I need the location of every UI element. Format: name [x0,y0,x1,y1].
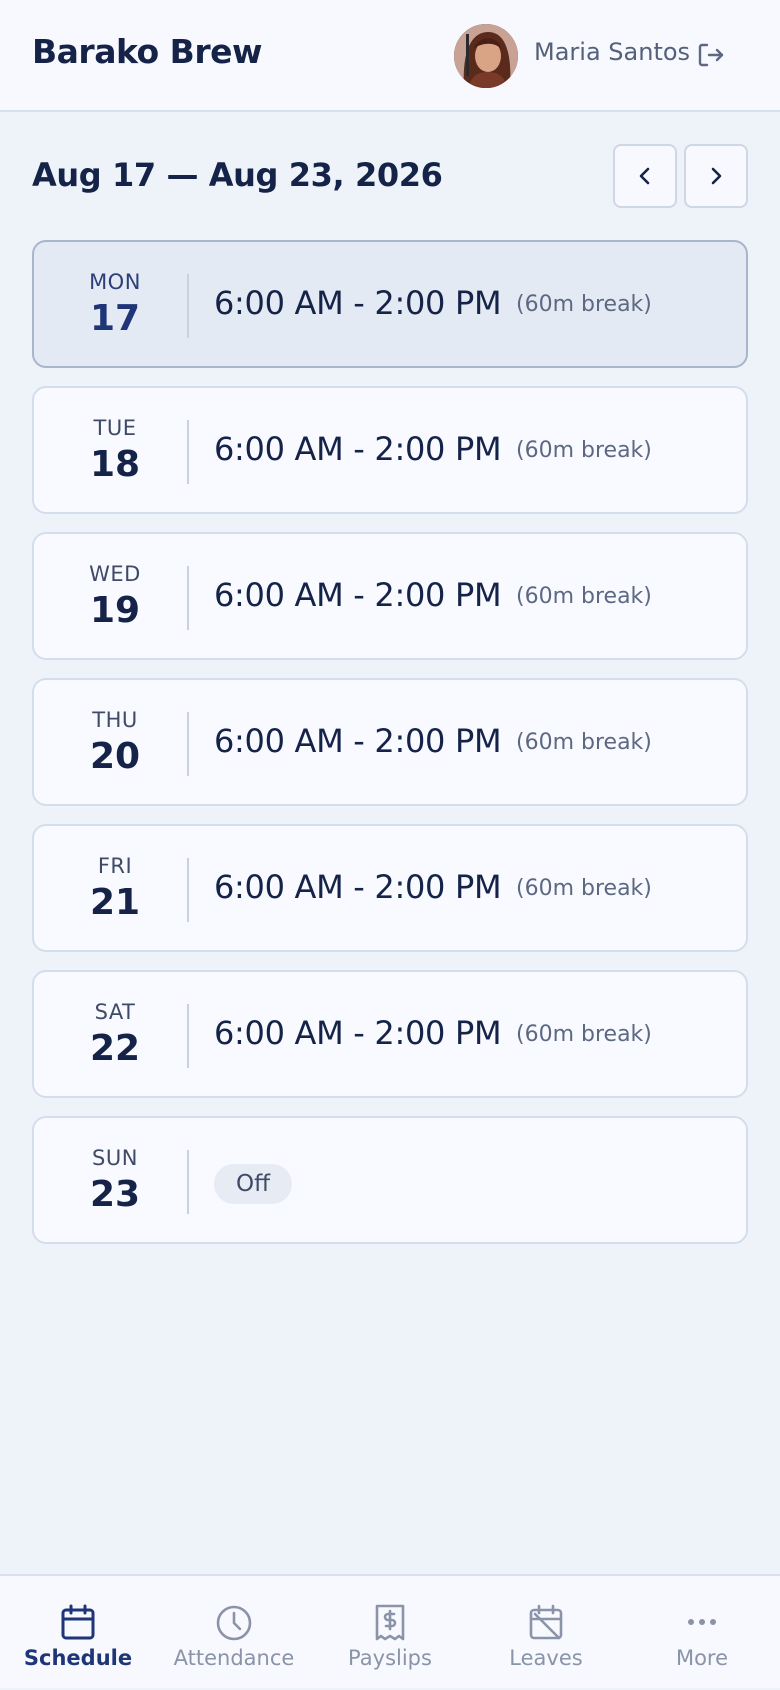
tab-label: Payslips [348,1646,432,1670]
receipt-icon [375,1604,405,1641]
day-of-week: TUE [93,416,137,440]
user-name: Maria Santos [534,38,691,66]
schedule-list: MON 17 6:00 AM - 2:00 PM (60m break) TUE… [32,240,748,1262]
more-dots-icon [688,1619,716,1625]
chevron-right-icon [711,167,722,185]
divider [187,712,189,776]
day-card-sun[interactable]: SUN 23 Off [32,1116,748,1244]
day-card-thu[interactable]: THU 20 6:00 AM - 2:00 PM (60m break) [32,678,748,806]
day-number: 17 [89,298,141,339]
day-number: 23 [89,1174,141,1215]
calendar-off-icon [529,1604,563,1640]
day-card-sat[interactable]: SAT 22 6:00 AM - 2:00 PM (60m break) [32,970,748,1098]
day-number: 19 [89,590,141,631]
shift-break: (60m break) [516,292,652,317]
day-number: 20 [89,736,141,777]
divider [187,566,189,630]
day-of-week: WED [89,562,141,586]
day-number: 18 [89,444,141,485]
clock-icon [216,1605,252,1641]
tab-label: Attendance [173,1646,295,1670]
shift-break: (60m break) [516,876,652,901]
divider [187,1004,189,1068]
chevron-left-icon [639,167,650,185]
day-card-tue[interactable]: TUE 18 6:00 AM - 2:00 PM (60m break) [32,386,748,514]
day-card-wed[interactable]: WED 19 6:00 AM - 2:00 PM (60m break) [32,532,748,660]
divider [187,1150,189,1214]
shift-break: (60m break) [516,1022,652,1047]
shift-time: 6:00 AM - 2:00 PM [214,1014,502,1052]
shift-break: (60m break) [516,730,652,755]
week-range-title: Aug 17 — Aug 23, 2026 [32,156,443,194]
day-of-week: THU [92,708,138,732]
tab-schedule[interactable]: Schedule [0,1576,156,1690]
shift-break: (60m break) [516,438,652,463]
day-of-week: MON [89,270,141,294]
day-of-week: SUN [92,1146,138,1170]
tab-more[interactable]: More [624,1576,780,1690]
day-card-fri[interactable]: FRI 21 6:00 AM - 2:00 PM (60m break) [32,824,748,952]
day-of-week: SAT [94,1000,136,1024]
day-number: 21 [89,882,141,923]
tab-payslips[interactable]: Payslips [312,1576,468,1690]
tab-label: More [675,1646,729,1670]
avatar[interactable] [454,24,518,88]
day-number: 22 [89,1028,141,1069]
shift-time: 6:00 AM - 2:00 PM [214,576,502,614]
divider [187,858,189,922]
shift-time: 6:00 AM - 2:00 PM [214,430,502,468]
tab-attendance[interactable]: Attendance [156,1576,312,1690]
shift-time: 6:00 AM - 2:00 PM [214,722,502,760]
calendar-icon [61,1604,95,1640]
tab-label: Leaves [509,1646,583,1670]
app-header: Barako Brew Maria Santos [0,0,780,112]
brand-name: Barako Brew [32,32,262,71]
shift-time: 6:00 AM - 2:00 PM [214,868,502,906]
divider [187,420,189,484]
shift-time: 6:00 AM - 2:00 PM [214,284,502,322]
shift-break: (60m break) [516,584,652,609]
next-week-button[interactable] [684,144,748,208]
tab-label: Schedule [23,1646,133,1670]
divider [187,274,189,338]
week-navigator: Aug 17 — Aug 23, 2026 [32,144,748,208]
tab-leaves[interactable]: Leaves [468,1576,624,1690]
day-of-week: FRI [97,854,133,878]
logout-icon[interactable] [696,40,726,70]
bottom-tab-bar: Schedule Attendance Payslips Leaves More [0,1574,780,1688]
day-card-mon[interactable]: MON 17 6:00 AM - 2:00 PM (60m break) [32,240,748,368]
previous-week-button[interactable] [613,144,677,208]
off-badge: Off [214,1164,292,1204]
